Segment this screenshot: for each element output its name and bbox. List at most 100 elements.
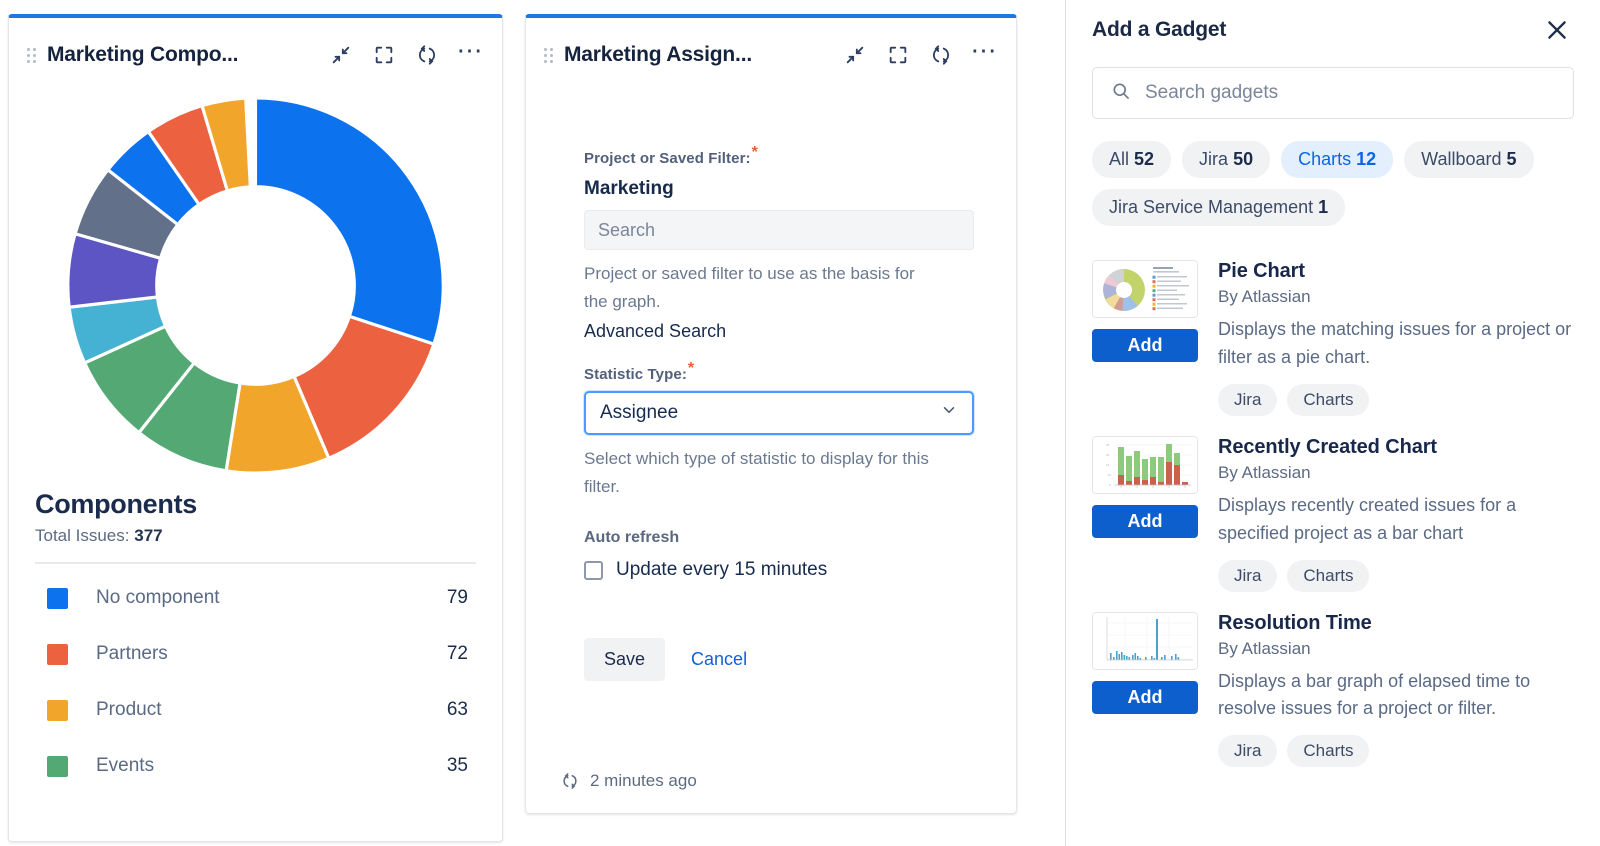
collapse-icon[interactable] <box>842 42 868 68</box>
legend-value: 35 <box>446 755 468 776</box>
add-gadget-button[interactable]: Add <box>1092 329 1198 362</box>
gadget-name: Pie Chart <box>1218 260 1305 282</box>
legend-swatch <box>47 643 68 665</box>
legend-swatch <box>47 755 68 777</box>
project-value: Marketing <box>584 178 674 199</box>
save-button[interactable]: Save <box>584 638 666 682</box>
card-header: Marketing Assign... ⋯ <box>526 18 1016 92</box>
project-label-text: Project or Saved Filter: <box>584 150 751 167</box>
gadget-tag-jira[interactable]: Jira <box>1218 735 1278 768</box>
gadget-card-components: Marketing Compo... ⋯ Components Total Is… <box>8 14 503 842</box>
filter-pill-label: Jira Service Management <box>1109 197 1314 217</box>
add-gadget-panel: Add a Gadget Search gadgets All 52 Jira 50 <box>1065 0 1600 846</box>
statistic-type-value: Assignee <box>600 402 679 424</box>
gadget-list-item: Add Resolution Time By Atlassian Display… <box>1066 600 1600 776</box>
card-footer: 2 minutes ago <box>526 771 1016 791</box>
legend-swatch <box>47 699 68 721</box>
filter-pill-label: Wallboard <box>1421 149 1502 169</box>
gadget-name: Recently Created Chart <box>1218 435 1437 458</box>
gadget-config-form: Project or Saved Filter:* Marketing Sear… <box>526 92 1016 682</box>
legend-label: Product <box>96 699 162 720</box>
collapse-icon[interactable] <box>328 42 354 68</box>
more-icon[interactable]: ⋯ <box>457 37 485 65</box>
gadget-tag-jira[interactable]: Jira <box>1218 559 1278 592</box>
chart-total: Total Issues: 377 <box>35 526 476 546</box>
refresh-icon[interactable] <box>560 771 580 791</box>
more-icon[interactable]: ⋯ <box>971 37 999 65</box>
advanced-search-link[interactable]: Advanced Search <box>584 321 726 342</box>
project-field-group: Project or Saved Filter:* Marketing Sear… <box>584 145 974 342</box>
drag-handle-icon[interactable] <box>25 45 37 65</box>
gadget-description: Displays a bar graph of elapsed time to … <box>1218 670 1531 719</box>
gadget-filter-pills: All 52 Jira 50 Charts 12 Wallboard 5 Jira Se… <box>1092 141 1574 226</box>
statistic-field-group: Statistic Type:* Assignee Select which t… <box>584 361 974 500</box>
project-help-text: Project or saved filter to use as the ba… <box>584 264 915 311</box>
card-header-actions: ⋯ <box>842 37 1003 68</box>
project-search-placeholder: Search <box>598 219 656 240</box>
gadget-tags: Jira Charts <box>1218 559 1574 592</box>
gadget-tag-charts[interactable]: Charts <box>1287 559 1370 592</box>
fullscreen-icon[interactable] <box>371 42 397 68</box>
gadget-item-right: Pie Chart By Atlassian Displays the matc… <box>1218 260 1574 416</box>
filter-pill-label: Charts <box>1298 149 1352 169</box>
filter-pill-count: 12 <box>1356 149 1377 169</box>
legend-row[interactable]: Events 35 <box>35 738 476 794</box>
drag-handle-icon[interactable] <box>542 45 554 65</box>
filter-pill-label: All <box>1109 149 1130 169</box>
statistic-label-text: Statistic Type: <box>584 366 687 384</box>
filter-pill-count: 52 <box>1134 149 1155 169</box>
filter-pill-charts[interactable]: Charts 12 <box>1281 141 1394 178</box>
gadget-tag-charts[interactable]: Charts <box>1287 735 1370 768</box>
auto-refresh-checkbox-label: Update every 15 minutes <box>616 559 828 581</box>
gadget-card-assignee-config: Marketing Assign... ⋯ Project or Saved F… <box>525 14 1017 814</box>
legend-label: Events <box>96 755 155 776</box>
svg-text:15: 15 <box>1106 463 1110 467</box>
gadget-search-input[interactable]: Search gadgets <box>1092 67 1574 119</box>
gadget-search-placeholder: Search gadgets <box>1145 82 1279 103</box>
gadget-list: Add Pie Chart By Atlassian Displays the … <box>1066 248 1600 775</box>
add-gadget-button[interactable]: Add <box>1092 680 1198 714</box>
fullscreen-icon[interactable] <box>885 42 911 68</box>
form-actions: Save Cancel <box>584 638 974 682</box>
refresh-icon[interactable] <box>414 42 440 68</box>
legend-label: No component <box>96 587 220 608</box>
gadget-tag-charts[interactable]: Charts <box>1287 383 1370 416</box>
cancel-button[interactable]: Cancel <box>681 649 757 670</box>
add-gadget-button[interactable]: Add <box>1092 504 1198 538</box>
chart-legend: No component 79 Partners 72 Product 63 E… <box>35 562 476 794</box>
bar-chart-thumbnail-icon: 25 20 15 10 5 <box>1092 435 1198 494</box>
gadget-tag-jira[interactable]: Jira <box>1218 383 1278 416</box>
card-header-actions: ⋯ <box>328 37 489 68</box>
gadget-tags: Jira Charts <box>1218 383 1574 416</box>
gadget-description: Displays the matching issues for a proje… <box>1218 319 1572 367</box>
gadget-list-item: 25 20 15 10 5 Add Recently Created Chart… <box>1066 424 1600 600</box>
filter-pill-jira-service-management[interactable]: Jira Service Management 1 <box>1092 189 1346 226</box>
legend-label: Partners <box>96 643 168 664</box>
last-refreshed-time: 2 minutes ago <box>590 771 697 790</box>
statistic-help-text: Select which type of statistic to displa… <box>584 449 929 496</box>
filter-pill-jira[interactable]: Jira 50 <box>1182 141 1271 178</box>
legend-row[interactable]: Product 63 <box>35 682 476 738</box>
legend-row[interactable]: No component 79 <box>35 570 476 626</box>
card-title: Marketing Compo... <box>47 43 239 66</box>
chart-heading: Components <box>35 489 197 519</box>
required-asterisk: * <box>687 360 695 378</box>
filter-pill-wallboard[interactable]: Wallboard 5 <box>1404 141 1534 178</box>
pie-chart-thumbnail-icon <box>1092 260 1198 318</box>
auto-refresh-row[interactable]: Update every 15 minutes <box>584 559 974 581</box>
refresh-icon[interactable] <box>928 42 954 68</box>
project-label: Project or Saved Filter:* <box>584 145 974 168</box>
svg-text:20: 20 <box>1106 453 1110 457</box>
auto-refresh-checkbox[interactable] <box>584 560 603 580</box>
close-icon[interactable] <box>1544 17 1570 43</box>
slice-no-component[interactable] <box>253 96 445 347</box>
legend-row[interactable]: Partners 72 <box>35 626 476 682</box>
statistic-type-select[interactable]: Assignee <box>584 391 974 436</box>
filter-pill-all[interactable]: All 52 <box>1092 141 1172 178</box>
statistic-label: Statistic Type:* <box>584 361 974 384</box>
card-header: Marketing Compo... ⋯ <box>9 18 502 92</box>
dashboard-area: Marketing Compo... ⋯ Components Total Is… <box>0 0 1065 846</box>
chevron-down-icon <box>940 401 958 425</box>
chart-total-value: 377 <box>134 526 163 545</box>
project-search-input[interactable]: Search <box>584 210 974 250</box>
